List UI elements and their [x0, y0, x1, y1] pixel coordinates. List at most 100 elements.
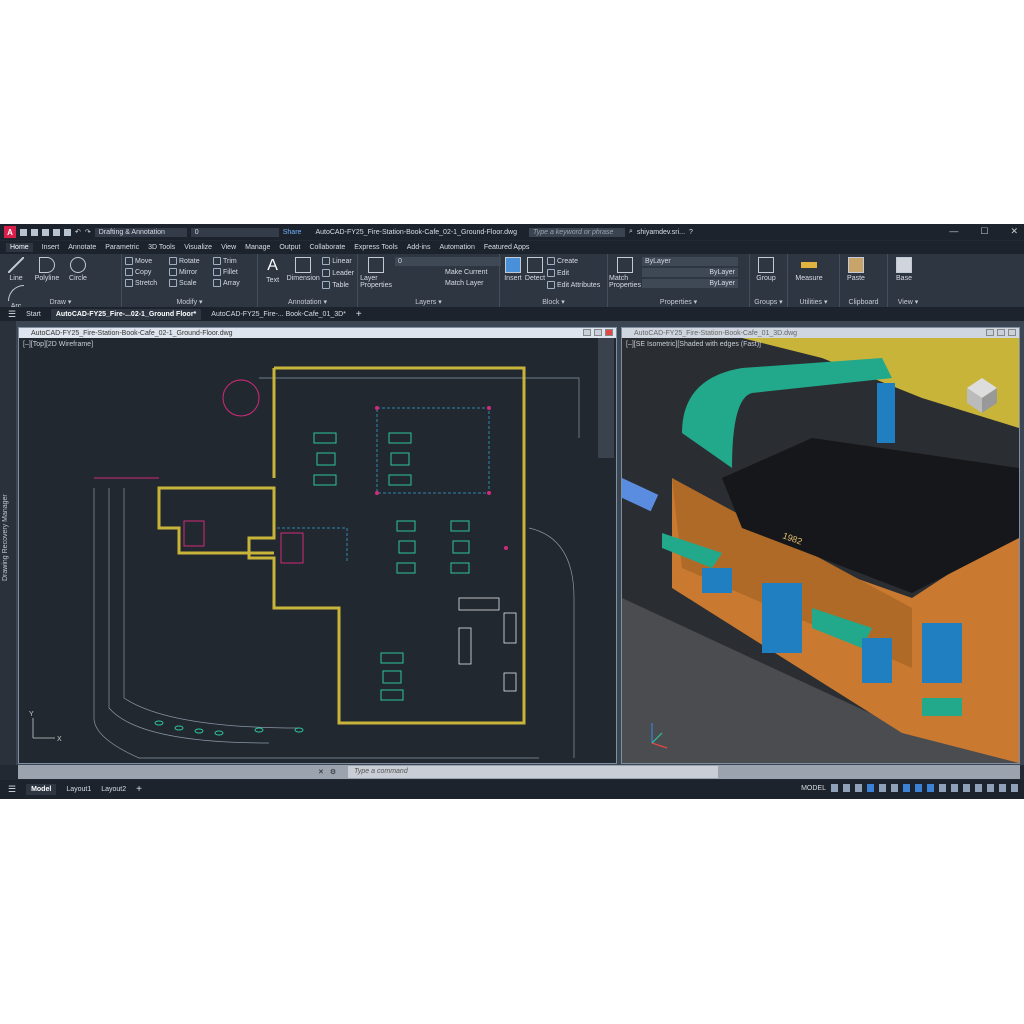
tab-3d[interactable]: AutoCAD-FY25_Fire-... Book-Cafe_01_3D* — [211, 311, 346, 318]
mirror-button[interactable]: Mirror — [169, 268, 207, 276]
trim-button[interactable]: Trim — [213, 257, 251, 265]
close-icon[interactable] — [1008, 329, 1016, 336]
save-as-icon[interactable] — [53, 228, 60, 236]
panel-title[interactable]: Draw ▾ — [0, 298, 121, 306]
ribbon-tab-view[interactable]: View — [221, 244, 236, 251]
lineweight-dropdown[interactable]: ByLayer — [642, 279, 738, 288]
panel-title[interactable]: Groups ▾ — [750, 298, 787, 306]
panel-title[interactable]: View ▾ — [888, 298, 928, 306]
app-logo[interactable]: A — [4, 226, 16, 238]
circle-button[interactable]: Circle — [65, 257, 91, 282]
maximize-button[interactable]: ☐ — [980, 226, 988, 237]
open-icon[interactable] — [31, 228, 38, 236]
layer-select[interactable]: 0 — [190, 227, 279, 237]
add-layout-button[interactable]: + — [136, 784, 142, 795]
workspace-select[interactable]: Drafting & Annotation — [94, 227, 187, 237]
base-button[interactable]: Base — [891, 257, 917, 282]
save-icon[interactable] — [42, 228, 49, 236]
close-icon[interactable] — [605, 329, 613, 336]
ribbon-tab-automation[interactable]: Automation — [439, 244, 474, 251]
workspace-gear-icon[interactable] — [951, 784, 958, 792]
create-block-button[interactable]: Create — [547, 257, 600, 265]
panel-title[interactable]: Layers ▾ — [358, 298, 499, 306]
snap-icon[interactable] — [843, 784, 850, 792]
array-button[interactable]: Array — [213, 279, 251, 287]
undo-icon[interactable]: ↶ — [75, 228, 81, 236]
grid-icon[interactable] — [831, 784, 838, 792]
layer-dropdown[interactable]: 0 — [395, 257, 501, 266]
minimize-icon[interactable] — [986, 329, 994, 336]
rotate-button[interactable]: Rotate — [169, 257, 207, 265]
fullscreen-icon[interactable] — [999, 784, 1006, 792]
viewport-3d[interactable]: AutoCAD-FY25_Fire-Station-Book-Cafe_01_3… — [621, 327, 1020, 764]
edit-attributes-button[interactable]: Edit Attributes — [547, 281, 600, 289]
tab-layout2[interactable]: Layout2 — [101, 786, 126, 793]
drawing-recovery-panel[interactable]: Drawing Recovery Manager — [0, 321, 16, 765]
line-button[interactable]: Line — [3, 257, 29, 282]
table-button[interactable]: Table — [322, 281, 354, 289]
panel-title[interactable]: Properties ▾ — [608, 298, 749, 306]
polar-icon[interactable] — [867, 784, 874, 792]
edit-block-button[interactable]: Edit — [547, 269, 600, 277]
tab-layout1[interactable]: Layout1 — [66, 786, 91, 793]
leader-button[interactable]: Leader — [322, 269, 354, 277]
match-layer-button[interactable]: Match Layer — [445, 280, 501, 287]
user-account[interactable]: shiyamdev.sri... — [637, 229, 685, 236]
scale-button[interactable]: Scale — [169, 279, 207, 287]
print-icon[interactable] — [64, 228, 71, 236]
lineweight-icon[interactable] — [903, 784, 910, 792]
viewport-floor-plan[interactable]: AutoCAD-FY25_Fire-Station-Book-Cafe_02-1… — [18, 327, 617, 764]
annotation-scale-icon[interactable] — [939, 784, 946, 792]
share-button[interactable]: Share — [283, 229, 302, 236]
panel-title[interactable]: Modify ▾ — [122, 298, 257, 306]
floor-plan-drawing[interactable]: YX — [19, 338, 616, 763]
ribbon-tab-insert[interactable]: Insert — [42, 244, 60, 251]
command-input[interactable]: Type a command — [348, 766, 719, 778]
customize-status-icon[interactable] — [1011, 784, 1018, 792]
polyline-button[interactable]: Polyline — [34, 257, 60, 282]
close-command-icon[interactable]: ✕ — [318, 768, 324, 776]
units-icon[interactable] — [975, 784, 982, 792]
tab-model[interactable]: Model — [26, 784, 57, 795]
ribbon-tab-featured-apps[interactable]: Featured Apps — [484, 244, 530, 251]
restore-icon[interactable] — [594, 329, 602, 336]
make-current-button[interactable]: Make Current — [445, 269, 501, 276]
ribbon-tab-manage[interactable]: Manage — [245, 244, 270, 251]
panel-title[interactable]: Utilities ▾ — [788, 298, 839, 306]
help-icon[interactable]: ? — [689, 229, 693, 236]
fillet-button[interactable]: Fillet — [213, 268, 251, 276]
isolate-icon[interactable] — [987, 784, 994, 792]
ribbon-tab-parametric[interactable]: Parametric — [105, 244, 139, 251]
isodraft-icon[interactable] — [879, 784, 886, 792]
ribbon-tab-express-tools[interactable]: Express Tools — [354, 244, 397, 251]
osnap-icon[interactable] — [891, 784, 898, 792]
linetype-dropdown[interactable]: ByLayer — [642, 268, 738, 277]
viewport-controls[interactable]: [–][Top][2D Wireframe] — [23, 341, 93, 348]
copy-button[interactable]: Copy — [125, 268, 163, 276]
search-input[interactable]: Type a keyword or phrase — [528, 227, 625, 237]
redo-icon[interactable]: ↷ — [85, 228, 91, 236]
ribbon-tab-annotate[interactable]: Annotate — [68, 244, 96, 251]
panel-title[interactable]: Clipboard — [840, 299, 887, 306]
3d-model-render[interactable]: 1982 — [622, 338, 1019, 763]
search-icon[interactable]: ⌕ — [629, 228, 633, 236]
ribbon-tab-visualize[interactable]: Visualize — [184, 244, 212, 251]
close-button[interactable]: ✕ — [1010, 226, 1018, 237]
move-button[interactable]: Move — [125, 257, 163, 265]
group-button[interactable]: Group — [753, 257, 779, 282]
annotation-visibility-icon[interactable] — [915, 784, 922, 792]
ribbon-tab-collaborate[interactable]: Collaborate — [309, 244, 345, 251]
ribbon-tab-output[interactable]: Output — [279, 244, 300, 251]
viewport-controls[interactable]: [–][SE Isometric][Shaded with edges (Fas… — [626, 341, 761, 348]
ribbon-tab-home[interactable]: Home — [6, 243, 33, 252]
panel-title[interactable]: Block ▾ — [500, 298, 607, 306]
tab-ground-floor[interactable]: AutoCAD-FY25_Fire-...02-1_Ground Floor* — [50, 308, 202, 320]
stretch-button[interactable]: Stretch — [125, 279, 163, 287]
measure-button[interactable]: Measure — [791, 257, 827, 282]
plus-icon[interactable] — [963, 784, 970, 792]
menu-icon[interactable]: ☰ — [8, 784, 16, 795]
minimize-icon[interactable] — [583, 329, 591, 336]
ribbon-tab-3d-tools[interactable]: 3D Tools — [148, 244, 175, 251]
restore-icon[interactable] — [997, 329, 1005, 336]
linear-button[interactable]: Linear — [322, 257, 354, 265]
